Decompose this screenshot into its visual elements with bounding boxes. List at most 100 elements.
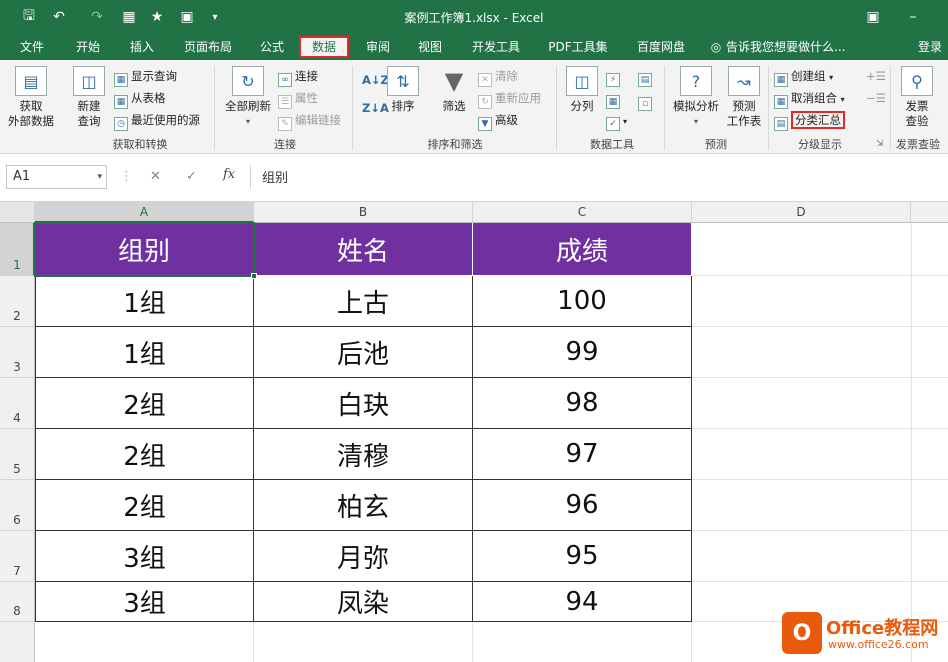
tab-pdf-tools[interactable]: PDF工具集 xyxy=(540,36,616,58)
table-cell[interactable]: 1组 xyxy=(35,327,254,378)
column-header-c[interactable]: C xyxy=(473,202,692,223)
table-cell[interactable]: 月弥 xyxy=(254,531,473,582)
table-cell[interactable]: 白玦 xyxy=(254,378,473,429)
relationships-icon[interactable]: ▫ xyxy=(638,90,655,111)
properties-button[interactable]: ☰ 属性 xyxy=(278,88,318,109)
sort-button[interactable]: ⇅ 排序 xyxy=(386,66,420,114)
ribbon-separator xyxy=(890,66,891,150)
tell-me-box[interactable]: 告诉我您想要做什么... xyxy=(726,36,856,58)
advanced-filter-icon: ▼ xyxy=(478,117,492,131)
consolidate-icon[interactable]: ▤ xyxy=(638,66,655,87)
table-cell[interactable]: 94 xyxy=(473,582,692,622)
column-header-a[interactable]: A xyxy=(35,202,254,223)
tab-insert[interactable]: 插入 xyxy=(120,36,164,58)
tab-page-layout[interactable]: 页面布局 xyxy=(176,36,240,58)
column-header-d[interactable]: D xyxy=(692,202,911,223)
group-label-forecast: 预测 xyxy=(705,138,727,151)
table-cell[interactable]: 柏玄 xyxy=(254,480,473,531)
ribbon-separator xyxy=(352,66,353,150)
table-cell[interactable]: 清穆 xyxy=(254,429,473,480)
name-box[interactable]: A1 ▾ xyxy=(6,165,107,189)
hide-detail-icon[interactable]: −☰ xyxy=(866,88,886,108)
table-cell[interactable]: 96 xyxy=(473,480,692,531)
table-cell[interactable]: 2组 xyxy=(35,378,254,429)
subtotal-button[interactable]: ▤ 分类汇总 xyxy=(774,110,845,131)
tab-baidu-pan[interactable]: 百度网盘 xyxy=(628,36,694,58)
minimize-icon[interactable]: – xyxy=(900,6,926,28)
cancel-icon[interactable]: ✕ xyxy=(150,169,161,184)
dialog-launcher-icon[interactable]: ⇲ xyxy=(876,134,884,154)
ribbon-display-icon[interactable]: ▣ xyxy=(860,6,886,28)
text-to-columns-button[interactable]: ◫ 分列 xyxy=(562,66,602,114)
watermark-logo: O Office教程网 www.office26.com xyxy=(772,608,948,660)
tab-review[interactable]: 审阅 xyxy=(356,36,400,58)
table-cell[interactable]: 上古 xyxy=(254,276,473,327)
show-queries-button[interactable]: ▦ 显示查询 xyxy=(114,66,177,87)
connections-button[interactable]: ∞ 连接 xyxy=(278,66,318,87)
tab-view[interactable]: 视图 xyxy=(408,36,452,58)
row-header[interactable]: 4 xyxy=(0,378,35,429)
row-header[interactable]: 8 xyxy=(0,582,35,622)
column-header-b[interactable]: B xyxy=(254,202,473,223)
get-external-data-button[interactable]: ▤ 获取 外部数据 xyxy=(4,66,58,129)
tab-home[interactable]: 开始 xyxy=(66,36,110,58)
flash-fill-icon[interactable]: ⚡ xyxy=(606,66,623,87)
table-cell[interactable]: 95 xyxy=(473,531,692,582)
invoice-check-button[interactable]: ⚲ 发票 查验 xyxy=(894,66,940,129)
row-header[interactable]: 5 xyxy=(0,429,35,480)
forecast-sheet-button[interactable]: ↝ 预测 工作表 xyxy=(724,66,764,129)
refresh-all-button[interactable]: ↻ 全部刷新 ▾ xyxy=(220,66,276,129)
remove-duplicates-icon[interactable]: ▦ xyxy=(606,88,623,109)
properties-icon: ☰ xyxy=(278,95,292,109)
table-cell[interactable]: 99 xyxy=(473,327,692,378)
table-cell[interactable]: 凤染 xyxy=(254,582,473,622)
row-header[interactable]: 3 xyxy=(0,327,35,378)
reapply-button[interactable]: ↻ 重新应用 xyxy=(478,88,541,109)
cell-b1[interactable]: 姓名 xyxy=(254,223,473,276)
table-cell[interactable]: 1组 xyxy=(35,276,254,327)
row-header[interactable]: 6 xyxy=(0,480,35,531)
login-link[interactable]: 登录 xyxy=(918,36,948,58)
what-if-analysis-button[interactable]: ? 模拟分析 ▾ xyxy=(668,66,724,129)
column-header-e[interactable] xyxy=(911,202,948,223)
ungroup-button[interactable]: ▦ 取消组合 ▾ xyxy=(774,88,845,109)
show-detail-icon[interactable]: +☰ xyxy=(866,66,886,86)
tab-formulas[interactable]: 公式 xyxy=(250,36,294,58)
edit-links-button[interactable]: ✎ 编辑链接 xyxy=(278,110,341,131)
table-cell[interactable]: 2组 xyxy=(35,480,254,531)
table-cell[interactable]: 3组 xyxy=(35,531,254,582)
clear-filter-button[interactable]: ✕ 清除 xyxy=(478,66,518,87)
row-header[interactable]: 2 xyxy=(0,276,35,327)
row-header[interactable] xyxy=(0,622,35,662)
table-cell[interactable]: 100 xyxy=(473,276,692,327)
cell-c1[interactable]: 成绩 xyxy=(473,223,692,276)
sort-ascending-icon[interactable]: A↓Z xyxy=(362,70,389,90)
recent-sources-button[interactable]: ◷ 最近使用的源 xyxy=(114,110,200,131)
tab-file[interactable]: 文件 xyxy=(10,36,54,58)
data-validation-icon[interactable]: ✓ ▾ xyxy=(606,110,627,131)
table-cell[interactable]: 3组 xyxy=(35,582,254,622)
formula-input[interactable]: 组别 xyxy=(262,167,288,186)
table-cell[interactable]: 2组 xyxy=(35,429,254,480)
table-cell[interactable]: 后池 xyxy=(254,327,473,378)
row-header[interactable]: 7 xyxy=(0,531,35,582)
table-cell[interactable]: 97 xyxy=(473,429,692,480)
group-label-get-transform: 获取和转换 xyxy=(112,138,168,151)
chevron-down-icon[interactable]: ▾ xyxy=(97,166,102,188)
new-query-button[interactable]: ◫ 新建 查询 xyxy=(66,66,112,129)
group-button[interactable]: ▦ 创建组 ▾ xyxy=(774,66,833,87)
insert-function-button[interactable]: fx xyxy=(223,167,235,182)
advanced-filter-button[interactable]: ▼ 高级 xyxy=(478,110,518,131)
row-header[interactable]: 1 xyxy=(0,223,35,276)
filter-button[interactable]: ▼ 筛选 xyxy=(434,66,474,114)
from-table-button[interactable]: ▦ 从表格 xyxy=(114,88,166,109)
select-all-corner[interactable] xyxy=(0,202,35,223)
tab-data[interactable]: 数据 xyxy=(299,36,349,58)
fill-handle[interactable] xyxy=(251,273,257,279)
enter-icon[interactable]: ✓ xyxy=(186,169,197,184)
tab-developer[interactable]: 开发工具 xyxy=(466,36,526,58)
gridline xyxy=(692,326,948,327)
sort-descending-icon[interactable]: Z↓A xyxy=(362,98,389,118)
table-cell[interactable]: 98 xyxy=(473,378,692,429)
drag-handle-icon[interactable]: ⋮ xyxy=(120,169,133,184)
